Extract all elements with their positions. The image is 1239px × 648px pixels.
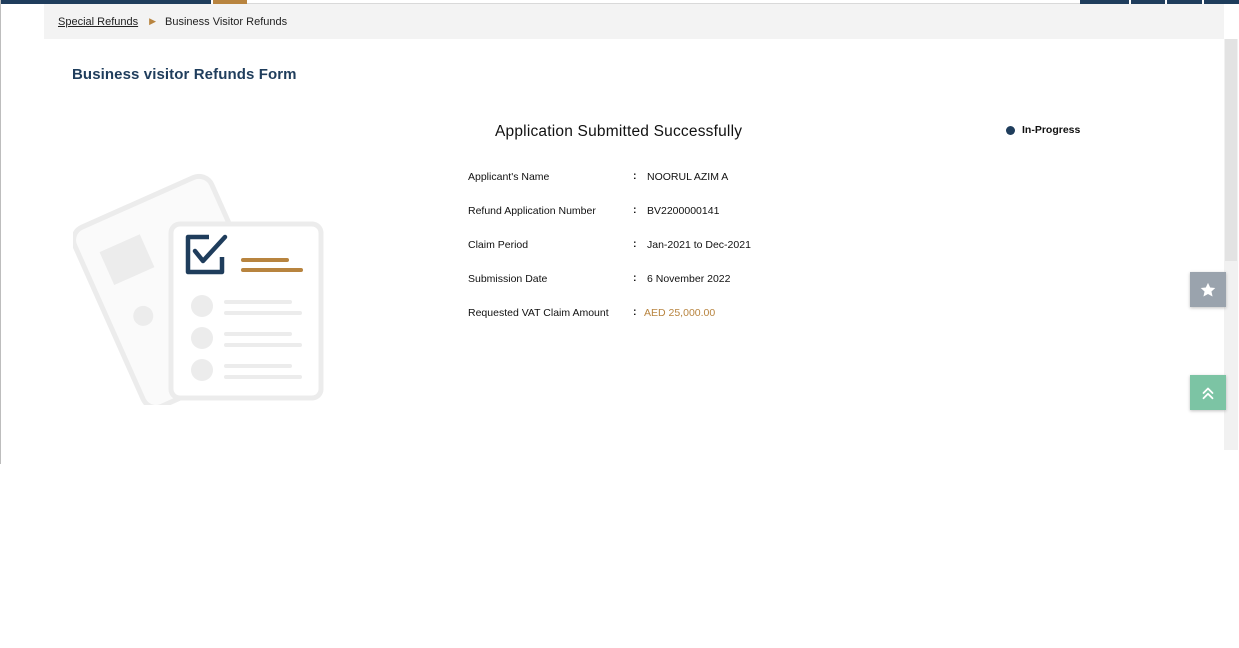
detail-colon: : <box>633 204 637 216</box>
detail-colon: : <box>633 272 637 284</box>
breadcrumb-separator-icon: ▶ <box>149 16 157 26</box>
breadcrumb-link-special-refunds[interactable]: Special Refunds <box>58 16 138 28</box>
breadcrumb-current: Business Visitor Refunds <box>165 15 288 28</box>
breadcrumb: Special Refunds ▶ Business Visitor Refun… <box>44 4 1224 39</box>
scrollbar-thumb[interactable] <box>1225 39 1237 261</box>
page-title: Business visitor Refunds Form <box>72 66 297 83</box>
double-chevron-up-icon <box>1202 387 1214 399</box>
detail-label: Submission Date <box>468 273 548 285</box>
detail-value: Jan-2021 to Dec-2021 <box>647 239 751 251</box>
detail-colon: : <box>633 170 637 182</box>
status-label: In-Progress <box>1022 124 1081 136</box>
vertical-scrollbar[interactable] <box>1224 39 1238 450</box>
checklist-document-icon <box>71 165 333 410</box>
app-frame: Special Refunds ▶ Business Visitor Refun… <box>0 0 1239 464</box>
detail-label: Requested VAT Claim Amount <box>468 307 609 319</box>
detail-value-amount: AED 25,000.00 <box>644 307 716 319</box>
detail-label: Claim Period <box>468 239 529 251</box>
star-icon <box>1200 282 1216 297</box>
detail-label: Refund Application Number <box>468 205 596 217</box>
detail-label: Applicant's Name <box>468 171 550 183</box>
favorites-button[interactable] <box>1190 272 1226 307</box>
detail-value: NOORUL AZIM A <box>647 171 729 183</box>
success-title: Application Submitted Successfully <box>495 123 743 140</box>
status-dot-icon <box>1006 125 1015 135</box>
scroll-to-top-button[interactable] <box>1190 375 1226 410</box>
detail-value: BV2200000141 <box>647 205 720 217</box>
detail-colon: : <box>633 238 637 250</box>
detail-value: 6 November 2022 <box>647 273 731 285</box>
detail-colon: : <box>633 306 637 318</box>
status-badge: In-Progress <box>1006 124 1080 136</box>
